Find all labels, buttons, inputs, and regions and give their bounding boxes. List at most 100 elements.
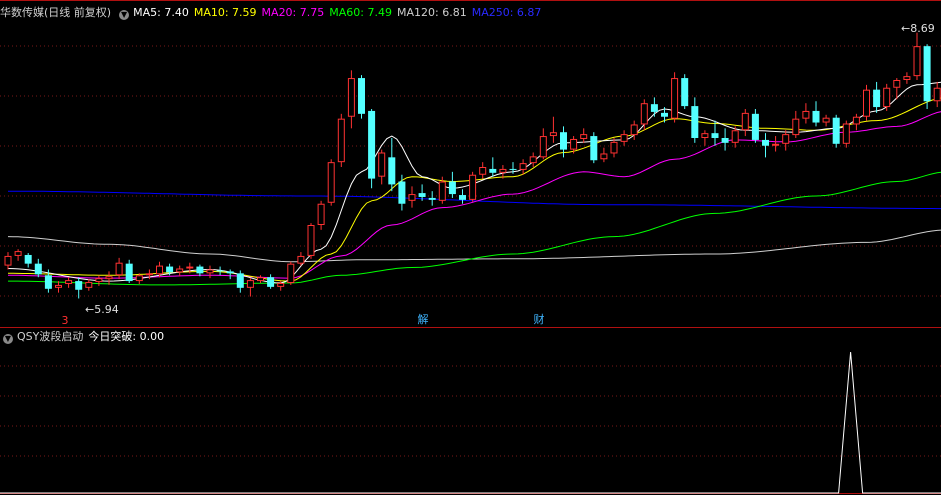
candle-body <box>751 113 759 140</box>
candle-body <box>600 153 608 160</box>
candle-body <box>782 134 790 144</box>
candle-body <box>145 273 153 276</box>
candle-body <box>893 80 901 88</box>
candle-body <box>206 269 214 274</box>
candle-body <box>499 168 507 173</box>
candle-body <box>883 87 891 108</box>
candle-body <box>216 270 224 272</box>
candle-body <box>236 273 244 288</box>
collapse-icon[interactable]: ▼ <box>3 334 13 344</box>
candle-body <box>196 266 204 274</box>
candle-body <box>24 254 32 264</box>
candle-body <box>762 139 769 146</box>
sub-indicator-title: QSY波段启动 <box>17 330 84 343</box>
candle-body <box>459 195 466 200</box>
candle-body <box>448 181 456 195</box>
candle-body <box>721 138 729 143</box>
candle-body <box>267 277 275 287</box>
candle-body <box>580 134 588 139</box>
candle-body <box>246 280 254 288</box>
candle-body <box>277 283 285 287</box>
candle-body <box>408 194 416 201</box>
candle-body <box>105 276 113 280</box>
candle-body <box>34 263 42 275</box>
ma10-label: MA10: 7.59 <box>193 6 257 19</box>
candle-body <box>327 162 335 203</box>
arrow-left-icon: ← <box>85 303 95 316</box>
candle-body <box>873 89 881 108</box>
candle-body <box>792 118 800 136</box>
collapse-icon[interactable]: ▼ <box>119 10 130 20</box>
candle-body <box>681 78 689 107</box>
candle-body <box>176 268 184 273</box>
unlock-marker-icon[interactable]: 解 <box>416 313 430 327</box>
main-panel-header: 华数传媒(日线 前复权) ▼ MA5: 7.40 MA10: 7.59 MA20: 7.… <box>0 5 546 21</box>
candle-body <box>661 112 668 117</box>
candle-body <box>650 104 658 112</box>
low-price-label: ←5.94 <box>85 303 119 316</box>
exclamation-marker-icon[interactable]: 3 <box>58 314 72 328</box>
candle-body <box>731 130 739 143</box>
candle-body <box>347 78 355 117</box>
candle-body <box>923 46 931 102</box>
candle-body <box>55 284 62 288</box>
candle-body <box>822 117 830 123</box>
candle-body <box>317 203 325 226</box>
candle-body <box>226 271 234 274</box>
candle-body <box>186 266 194 269</box>
candle-body <box>418 193 426 197</box>
candle-body <box>95 278 103 283</box>
finance-marker-icon[interactable]: 财 <box>532 313 546 327</box>
candle-body <box>610 141 618 154</box>
stock-chart-window: 华数传媒(日线 前复权) ▼ MA5: 7.40 MA10: 7.59 MA20: 7.… <box>0 0 941 495</box>
candle-body <box>398 181 406 204</box>
candle-body <box>85 282 93 288</box>
candle-body <box>388 157 396 185</box>
arrow-left-icon: ← <box>901 22 911 35</box>
candle-body <box>438 181 446 201</box>
chart-canvas[interactable] <box>0 0 941 495</box>
stock-title: 华数传媒(日线 前复权) <box>0 6 112 19</box>
ma250-label: MA250: 6.87 <box>471 6 542 19</box>
candle-body <box>378 152 386 177</box>
candle-body <box>287 263 295 283</box>
candle-body <box>337 118 345 163</box>
candle-body <box>832 117 840 144</box>
candle-body <box>691 106 699 138</box>
candle-body <box>913 46 921 77</box>
candle-body <box>479 167 487 175</box>
candle-body <box>297 255 305 264</box>
ma5-label: MA5: 7.40 <box>133 6 189 19</box>
candle-body <box>469 174 477 200</box>
candle-body <box>842 123 850 144</box>
candle-body <box>802 110 810 119</box>
ma-line-ma120 <box>7 229 941 263</box>
candle-body <box>519 163 527 170</box>
high-price-label: ←8.69 <box>901 22 935 35</box>
candle-body <box>863 89 870 117</box>
candle-body <box>65 280 73 284</box>
candle-body <box>812 110 820 123</box>
candle-body <box>115 262 123 276</box>
candle-body <box>630 124 638 136</box>
candle-body <box>671 78 679 119</box>
candle-body <box>358 78 365 114</box>
ma60-label: MA60: 7.49 <box>329 6 392 19</box>
candle-body <box>933 87 941 102</box>
candle-body <box>529 156 537 164</box>
ma20-label: MA20: 7.75 <box>261 6 325 19</box>
candle-body <box>711 133 719 138</box>
candle-body <box>75 281 83 290</box>
candle-body <box>4 255 12 266</box>
candle-body <box>14 251 22 256</box>
candle-body <box>156 265 163 275</box>
candle-body <box>509 168 517 170</box>
ma120-label: MA120: 6.81 <box>396 6 467 19</box>
candle-body <box>772 143 780 146</box>
breakout-signal-line <box>0 352 941 494</box>
candle-body <box>570 138 578 150</box>
candle-body <box>135 275 143 282</box>
sub-indicator-label: 今日突破: 0.00 <box>88 330 165 343</box>
sub-panel-header: ▼ QSY波段启动 今日突破: 0.00 <box>0 329 169 345</box>
candle-body <box>539 136 547 158</box>
